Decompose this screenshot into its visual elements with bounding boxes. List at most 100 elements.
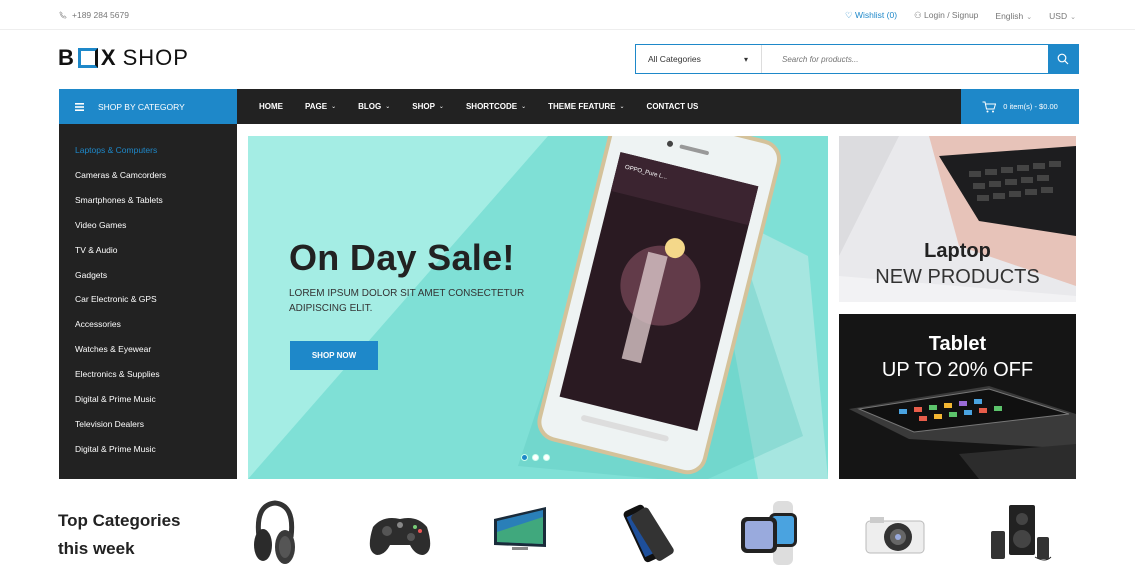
headphones-icon (254, 500, 295, 564)
search-button[interactable] (1048, 45, 1078, 73)
nav-item-shop[interactable]: SHOP ⌄ (412, 102, 444, 111)
laptop-banner-title: Laptop (924, 240, 991, 262)
nav-menu: HOME PAGE ⌄ BLOG ⌄ SHOP ⌄ SHORTCODE ⌄ THEME FEATU… (259, 89, 720, 124)
sidebar-category-item[interactable]: Cameras & Camcorders (59, 163, 237, 188)
account-label: Login / Signup (924, 10, 979, 20)
search-bar: All Categories ▾ (635, 44, 1079, 74)
sidebar-category-item[interactable]: Watches & Eyewear (59, 337, 237, 362)
category-smartphone[interactable] (615, 497, 685, 569)
currency-select[interactable]: USD ⌄ (1049, 11, 1076, 21)
heart-icon: ♡ (845, 10, 853, 20)
laptop-banner-subtitle: NEW PRODUCTS (875, 266, 1040, 288)
caret-down-icon: ▾ (743, 54, 748, 64)
currency-label: USD (1049, 10, 1068, 21)
tablet-banner-title: Tablet (928, 333, 987, 355)
shop-now-button[interactable]: SHOP NOW (290, 341, 378, 370)
logo-letter: X (100, 45, 117, 70)
nav-item-contact-us[interactable]: CONTACT US (647, 102, 699, 111)
logo-letter: B (58, 45, 75, 70)
nav-item-label: BLOG (358, 102, 382, 111)
nav-item-theme-feature[interactable]: THEME FEATURE ⌄ (548, 102, 624, 111)
logo-box-icon (77, 48, 98, 68)
chevron-down-icon: ⌄ (1026, 13, 1033, 21)
search-icon (1057, 53, 1069, 65)
hero-title: On Day Sale! (289, 237, 515, 278)
sidebar-category-item[interactable]: Digital & Prime Music (59, 436, 237, 461)
search-input[interactable] (762, 45, 1048, 73)
cart-button[interactable]: 0 item(s) - $0.00 (961, 89, 1079, 124)
camera-icon (865, 517, 925, 554)
shop-by-category-label: SHOP BY CATEGORY (98, 101, 185, 112)
sidebar-category-item[interactable]: Car Electronic & GPS (59, 287, 237, 312)
logo-word: SHOP (122, 45, 189, 70)
category-select[interactable]: All Categories ▾ (636, 45, 762, 73)
nav-item-page[interactable]: PAGE ⌄ (305, 102, 336, 111)
sidebar-category-item[interactable]: Laptops & Computers (59, 138, 237, 163)
smartwatch-icon (741, 501, 797, 565)
chevron-down-icon: ⌄ (1070, 13, 1076, 21)
slider-dot-1[interactable] (521, 454, 528, 461)
language-label: English (995, 10, 1024, 21)
sidebar-category-item[interactable]: Gadgets (59, 262, 237, 287)
tablet-banner[interactable]: Tablet UP TO 20% OFF (839, 314, 1076, 479)
language-select[interactable]: English ⌄ (995, 11, 1032, 21)
sidebar-category-item[interactable]: Smartphones & Tablets (59, 188, 237, 213)
wishlist-label: Wishlist (0) (855, 10, 898, 20)
slider-dot-3[interactable] (543, 454, 550, 461)
hero-subtitle: Lorem ipsum dolor sit amet consectetur a… (289, 288, 525, 314)
top-categories-heading: Top Categories this week (58, 507, 208, 563)
cart-summary: 0 item(s) - $0.00 (1003, 102, 1058, 111)
category-camera[interactable] (860, 497, 930, 569)
wishlist-link[interactable]: ♡ Wishlist (0) (845, 10, 897, 21)
nav-item-home[interactable]: HOME (259, 102, 283, 111)
top-categories-line1: Top Categories (58, 511, 181, 530)
top-categories-line2: this week (58, 539, 135, 558)
nav-item-shortcode[interactable]: SHORTCODE ⌄ (466, 102, 526, 111)
category-smartwatch[interactable] (735, 497, 805, 569)
category-gamepad[interactable] (365, 497, 435, 569)
sidebar-category-item[interactable]: TV & Audio (59, 237, 237, 262)
smartphone-image: OPPO_Pure L... (518, 136, 828, 479)
slider-dots (521, 454, 550, 461)
category-tv[interactable] (490, 497, 560, 569)
menu-icon (75, 102, 84, 111)
chevron-down-icon: ⌄ (438, 104, 444, 110)
user-icon: ⚇ (914, 10, 922, 20)
chevron-down-icon: ⌄ (521, 104, 527, 110)
cart-icon (982, 101, 997, 112)
nav-item-label: SHORTCODE (465, 102, 518, 111)
category-list: Laptops & Computers Cameras & Camcorders S… (59, 124, 237, 461)
sidebar-category-item[interactable]: Digital & Prime Music (59, 386, 237, 411)
tv-icon (494, 507, 546, 550)
sidebar-category-item[interactable]: Video Games (59, 213, 237, 238)
category-headphones[interactable] (245, 497, 315, 569)
nav-item-label: HOME (259, 102, 283, 111)
slider-dot-2[interactable] (532, 454, 539, 461)
gamepad-icon (369, 518, 431, 555)
smartphone-icon (623, 504, 674, 563)
chevron-down-icon: ⌄ (331, 104, 337, 110)
category-select-label: All Categories (648, 54, 701, 64)
main-navbar: SHOP BY CATEGORY HOME PAGE ⌄ BLOG ⌄ SHOP ⌄ SHOR… (59, 89, 1079, 124)
nav-item-blog[interactable]: BLOG ⌄ (358, 102, 390, 111)
category-sidebar: Laptops & Computers Cameras & Camcorders S… (59, 124, 237, 479)
sidebar-category-item[interactable]: Electronics & Supplies (59, 362, 237, 387)
phone-number: +189 284 5679 (72, 10, 129, 20)
speakers-icon (991, 505, 1052, 561)
chevron-down-icon: ⌄ (385, 104, 391, 110)
site-logo[interactable]: B X SHOP (58, 45, 189, 71)
sidebar-category-item[interactable]: Television Dealers (59, 411, 237, 436)
top-bar: +189 284 5679 ♡ Wishlist (0) ⚇ Login / S… (0, 0, 1135, 30)
laptop-banner[interactable]: Laptop NEW PRODUCTS (839, 136, 1076, 302)
category-speakers[interactable] (985, 497, 1055, 569)
nav-item-label: THEME FEATURE (548, 102, 616, 111)
account-link[interactable]: ⚇ Login / Signup (914, 10, 978, 21)
shop-by-category-button[interactable]: SHOP BY CATEGORY (59, 89, 237, 124)
phone-icon (59, 11, 67, 19)
chevron-down-icon: ⌄ (619, 104, 625, 110)
sidebar-category-item[interactable]: Accessories (59, 312, 237, 337)
nav-item-label: PAGE (305, 102, 328, 111)
nav-item-label: CONTACT US (646, 102, 699, 111)
top-categories-carousel (240, 497, 1080, 572)
nav-item-label: SHOP (412, 102, 435, 111)
